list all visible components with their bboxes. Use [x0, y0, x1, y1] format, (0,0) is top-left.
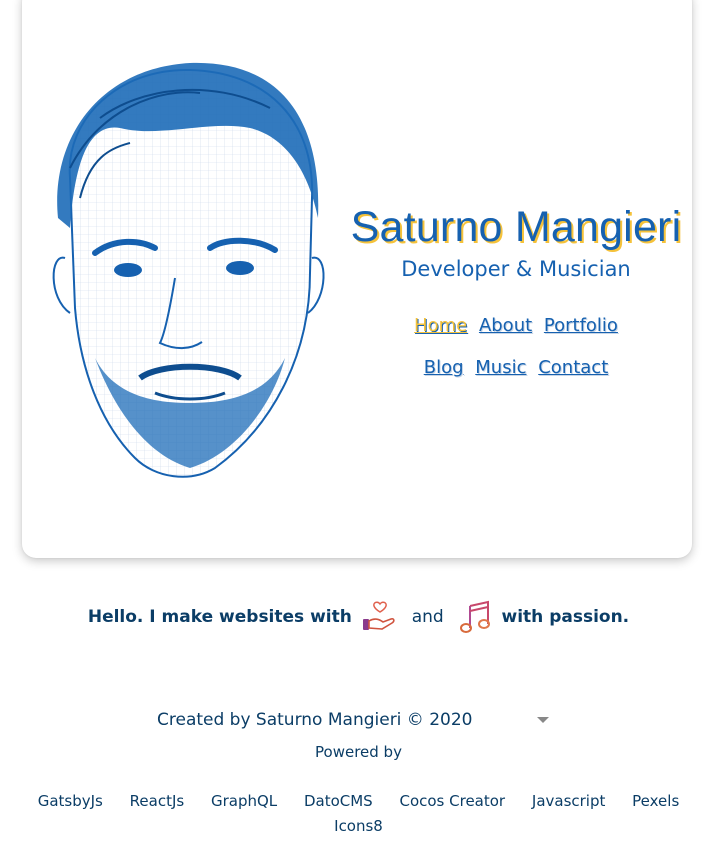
- tagline-part2: with passion.: [501, 607, 630, 627]
- chevron-down-icon[interactable]: [537, 717, 549, 723]
- nav-link-blog[interactable]: Blog: [424, 357, 464, 378]
- site-owner-name: Saturno Mangieri: [350, 203, 682, 251]
- tagline-and: and: [411, 607, 444, 627]
- music-note-icon: [459, 600, 490, 633]
- nav-link-home[interactable]: Home: [414, 315, 467, 336]
- tech-link-graphql[interactable]: GraphQL: [211, 789, 277, 814]
- tech-link-reactjs[interactable]: ReactJs: [130, 789, 185, 814]
- nav-link-music[interactable]: Music: [475, 357, 526, 378]
- tagline: Hello. I make websites with and with pas…: [0, 600, 717, 634]
- tech-link-javascript[interactable]: Javascript: [532, 789, 605, 814]
- nav-link-portfolio[interactable]: Portfolio: [544, 315, 618, 336]
- copyright-text: Created by Saturno Mangieri © 2020: [157, 710, 473, 730]
- nav-link-about[interactable]: About: [479, 315, 532, 336]
- tech-link-icons8[interactable]: Icons8: [334, 814, 383, 839]
- tech-link-gatsbyjs[interactable]: GatsbyJs: [38, 789, 103, 814]
- nav-link-contact[interactable]: Contact: [538, 357, 608, 378]
- powered-by-label: Powered by: [315, 743, 402, 761]
- portrait-image: [52, 62, 325, 478]
- tech-link-cocos-creator[interactable]: Cocos Creator: [399, 789, 505, 814]
- nav-row-secondary: Blog Music Contact: [348, 357, 684, 378]
- hand-with-heart-icon: [362, 601, 395, 630]
- tech-list: GatsbyJs ReactJs GraphQL DatoCMS Cocos C…: [0, 789, 717, 839]
- hero-card: Saturno Mangieri Developer & Musician Ho…: [22, 0, 692, 558]
- site-subtitle: Developer & Musician: [401, 257, 631, 281]
- tech-link-pexels[interactable]: Pexels: [632, 789, 679, 814]
- tagline-part1: Hello. I make websites with: [87, 607, 352, 627]
- nav-row-primary: Home About Portfolio: [348, 315, 684, 336]
- tech-link-datocms[interactable]: DatoCMS: [304, 789, 373, 814]
